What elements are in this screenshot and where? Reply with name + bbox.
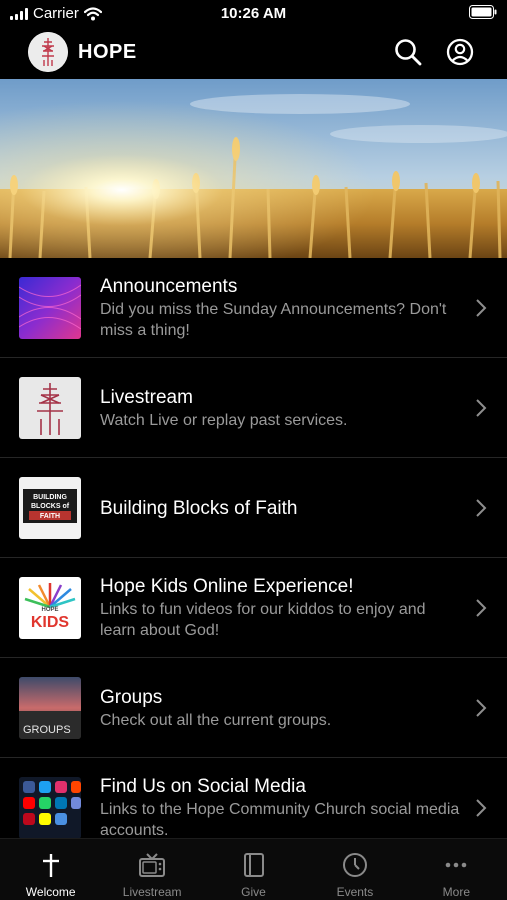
list-item-text: Building Blocks of Faith: [100, 458, 460, 558]
thumb-line-3: FAITH: [40, 513, 60, 520]
chevron-right-icon: [476, 699, 487, 717]
list-item-title: Building Blocks of Faith: [100, 497, 298, 519]
app-title: HOPE: [78, 41, 137, 63]
account-button[interactable]: [444, 36, 476, 68]
thumb-line-2: BLOCKS of: [31, 503, 70, 510]
tv-icon: [139, 853, 166, 877]
app-header: HOPE: [0, 28, 507, 78]
list-item-title: Groups: [100, 686, 163, 708]
tab-events[interactable]: Events: [304, 839, 405, 900]
list-item-text: Groups Check out all the current groups.: [100, 658, 460, 758]
thumb-small-text: HOPE: [41, 607, 58, 613]
clock-icon: [342, 853, 367, 877]
tab-livestream[interactable]: Livestream: [101, 839, 202, 900]
list-item-text: Livestream Watch Live or replay past ser…: [100, 358, 460, 458]
tab-bar: Welcome Livestream Give Events More: [0, 838, 507, 900]
list-item-subtitle: Links to the Hope Community Church socia…: [100, 801, 460, 839]
chevron-right-icon: [476, 799, 487, 817]
tab-more[interactable]: More: [406, 839, 507, 900]
list-item-hope-kids[interactable]: HOPE KIDS Hope Kids Online Experience! L…: [0, 558, 507, 658]
status-time: 10:26 AM: [220, 5, 287, 22]
groups-thumbnail: GROUPS: [19, 677, 81, 739]
list-item-title: Find Us on Social Media: [100, 776, 306, 797]
tab-label: More: [442, 885, 470, 899]
livestream-thumbnail: [19, 377, 81, 439]
content-list: Announcements Did you miss the Sunday An…: [0, 258, 507, 858]
book-icon: [243, 853, 264, 877]
list-item-livestream[interactable]: Livestream Watch Live or replay past ser…: [0, 358, 507, 458]
list-item-building-blocks[interactable]: BUILDING BLOCKS of FAITH Building Blocks…: [0, 458, 507, 558]
wheat-field-image: [0, 79, 507, 258]
list-item-title: Livestream: [100, 386, 193, 408]
social-media-thumbnail: [19, 777, 81, 839]
tab-welcome[interactable]: Welcome: [0, 839, 101, 900]
list-item-groups[interactable]: GROUPS Groups Check out all the current …: [0, 658, 507, 758]
list-item-subtitle: Watch Live or replay past services.: [100, 411, 348, 429]
list-item-subtitle: Check out all the current groups.: [100, 711, 332, 729]
tab-label: Events: [336, 885, 374, 899]
list-item-subtitle: Did you miss the Sunday Announcements? D…: [100, 301, 447, 339]
hope-kids-thumbnail: HOPE KIDS: [19, 577, 81, 639]
account-icon: [446, 38, 474, 66]
tab-give[interactable]: Give: [203, 839, 304, 900]
search-icon: [395, 39, 422, 66]
thumb-big-text: KIDS: [31, 614, 70, 631]
list-item-text: Announcements Did you miss the Sunday An…: [100, 258, 460, 358]
hero-image: [0, 79, 507, 258]
list-item-text: Hope Kids Online Experience! Links to fu…: [100, 558, 460, 658]
thumb-line-1: BUILDING: [33, 494, 67, 501]
chevron-right-icon: [476, 599, 487, 617]
tab-label: Give: [241, 885, 266, 899]
chevron-right-icon: [476, 399, 487, 417]
tab-label: Welcome: [25, 885, 76, 899]
list-item-title: Hope Kids Online Experience!: [100, 576, 354, 597]
more-icon: [446, 862, 467, 868]
thumb-text: GROUPS: [23, 724, 71, 736]
search-button[interactable]: [392, 36, 424, 68]
building-blocks-thumbnail: BUILDING BLOCKS of FAITH: [19, 477, 81, 539]
status-bar: Carrier 10:26 AM: [0, 0, 507, 28]
chevron-right-icon: [476, 499, 487, 517]
list-item-title: Announcements: [100, 276, 238, 297]
chevron-right-icon: [476, 299, 487, 317]
announcements-thumbnail: [19, 277, 81, 339]
battery-icon: [469, 5, 497, 24]
cross-icon: [42, 854, 59, 877]
list-item-announcements[interactable]: Announcements Did you miss the Sunday An…: [0, 258, 507, 358]
church-logo[interactable]: [28, 32, 68, 72]
tab-label: Livestream: [122, 885, 182, 899]
list-item-subtitle: Links to fun videos for our kiddos to en…: [100, 601, 426, 639]
